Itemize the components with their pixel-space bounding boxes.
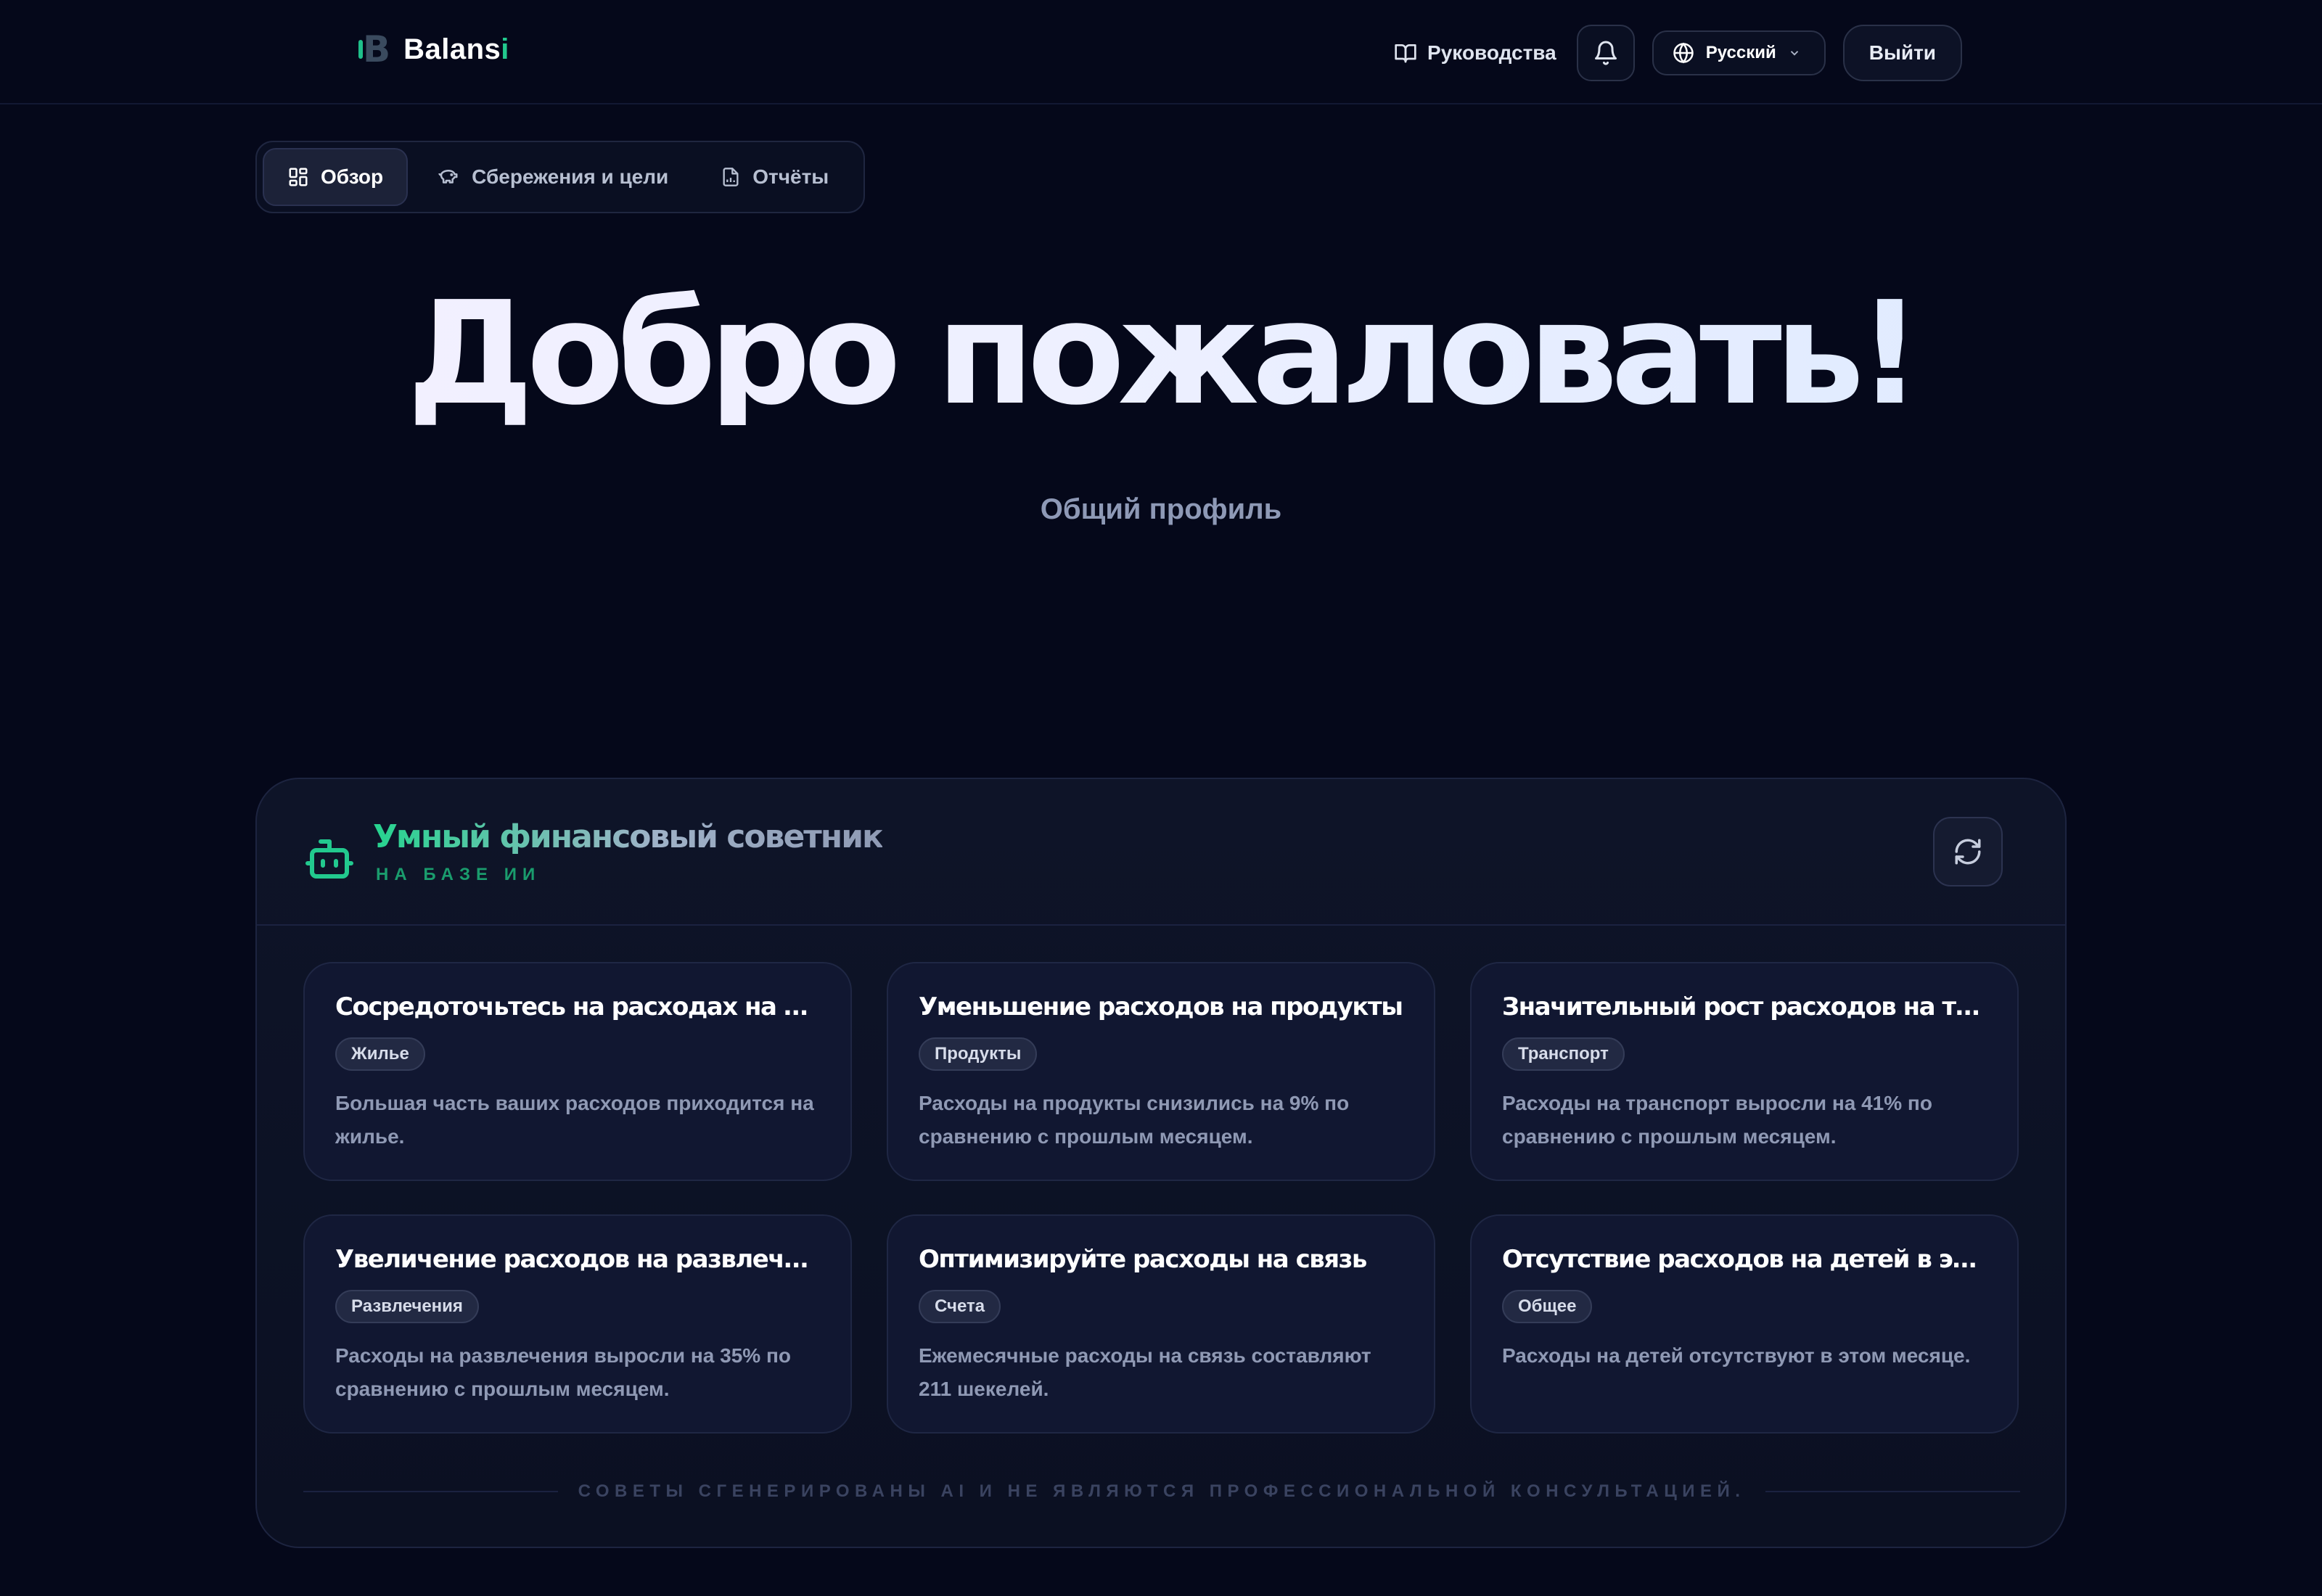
header-actions: Руководства Русский Выйти (1391, 25, 1962, 81)
chevron-down-icon (1790, 51, 1798, 56)
logout-button[interactable]: Выйти (1842, 25, 1962, 81)
category-badge: Счета (919, 1290, 1001, 1323)
category-badge: Общее (1502, 1290, 1593, 1323)
tab-reports[interactable]: Отчёты (697, 148, 852, 206)
brand-name: Balansi (403, 33, 509, 65)
advice-text: Ежемесячные расходы на связь составляют … (919, 1344, 1371, 1400)
refresh-icon (1955, 839, 1981, 865)
app-page: B Balansi Руководства Русский Выйти Обзо… (0, 0, 2322, 1596)
top-header: B Balansi Руководства Русский Выйти (0, 0, 2322, 104)
refresh-advice-button[interactable] (1933, 817, 2003, 887)
tab-label: Отчёты (752, 165, 829, 188)
advice-card[interactable]: Уменьшение расходов на продукты Продукты… (887, 962, 1435, 1181)
advice-text: Расходы на транспорт выросли на 41% по с… (1502, 1092, 1932, 1148)
advice-title: Уменьшение расходов на продукты (919, 992, 1403, 1021)
advisor-title: Умный финансовый советник (373, 818, 884, 855)
language-select[interactable]: Русский (1652, 30, 1826, 75)
globe-icon (1673, 42, 1694, 64)
main-tabs: Обзор Сбережения и цели Отчёты (255, 141, 865, 213)
tab-label: Сбережения и цели (472, 165, 669, 188)
category-badge: Продукты (919, 1037, 1038, 1071)
grid-icon (289, 168, 308, 186)
tab-label: Обзор (321, 165, 384, 188)
advice-card[interactable]: Сосредоточьтесь на расходах на жилье Жил… (303, 962, 852, 1181)
advice-title: Оптимизируйте расходы на связь (919, 1245, 1367, 1274)
divider (303, 1491, 558, 1492)
divider (1765, 1491, 2020, 1492)
advice-title: Сосредоточьтесь на расходах на жилье (335, 992, 821, 1021)
tab-overview[interactable]: Обзор (263, 148, 409, 206)
advice-text: Расходы на детей отсутствуют в этом меся… (1502, 1344, 1971, 1367)
logo-mark-icon: B (358, 28, 391, 70)
disclaimer-text: СОВЕТЫ СГЕНЕРИРОВАНЫ AI И НЕ ЯВЛЯЮТСЯ ПР… (578, 1481, 1746, 1501)
advice-title: Увеличение расходов на развлечения (335, 1245, 821, 1274)
profile-subtitle: Общий профиль (1040, 493, 1282, 525)
language-label: Русский (1705, 43, 1776, 62)
advice-card[interactable]: Значительный рост расходов на транспорт … (1470, 962, 2019, 1181)
tab-savings-goals[interactable]: Сбережения и цели (414, 148, 692, 206)
advisor-subtitle: НА БАЗЕ ИИ (376, 865, 541, 884)
advice-text: Расходы на развлечения выросли на 35% по… (335, 1344, 791, 1400)
category-badge: Жилье (335, 1037, 425, 1071)
advice-text: Расходы на продукты снизились на 9% по с… (919, 1092, 1350, 1148)
category-badge: Транспорт (1502, 1037, 1625, 1071)
advice-card[interactable]: Увеличение расходов на развлечения Развл… (303, 1214, 852, 1433)
bell-icon (1594, 41, 1617, 65)
advice-grid: Сосредоточьтесь на расходах на жилье Жил… (303, 962, 2020, 1433)
report-file-icon (723, 168, 739, 186)
smart-advisor-card: Умный финансовый советник НА БАЗЕ ИИ Сос… (255, 778, 2067, 1548)
brand-logo[interactable]: B Balansi (358, 28, 509, 70)
guides-label: Руководства (1427, 41, 1556, 64)
advice-title: Отсутствие расходов на детей в этом меся… (1502, 1245, 1988, 1274)
category-badge: Развлечения (335, 1290, 479, 1323)
advice-card[interactable]: Оптимизируйте расходы на связь Счета Еже… (887, 1214, 1435, 1433)
advice-card[interactable]: Отсутствие расходов на детей в этом меся… (1470, 1214, 2019, 1433)
robot-icon (305, 839, 353, 879)
book-icon (1395, 44, 1416, 63)
page-title: Добро пожаловать! (0, 283, 2322, 425)
notifications-button[interactable] (1576, 25, 1635, 81)
piggy-bank-icon (438, 170, 458, 184)
guides-link[interactable]: Руководства (1391, 41, 1559, 65)
advice-title: Значительный рост расходов на транспорт (1502, 992, 1988, 1021)
ai-disclaimer: СОВЕТЫ СГЕНЕРИРОВАНЫ AI И НЕ ЯВЛЯЮТСЯ ПР… (303, 1477, 2020, 1506)
advisor-header: Умный финансовый советник НА БАЗЕ ИИ (257, 779, 2065, 926)
advice-text: Большая часть ваших расходов приходится … (335, 1092, 814, 1148)
